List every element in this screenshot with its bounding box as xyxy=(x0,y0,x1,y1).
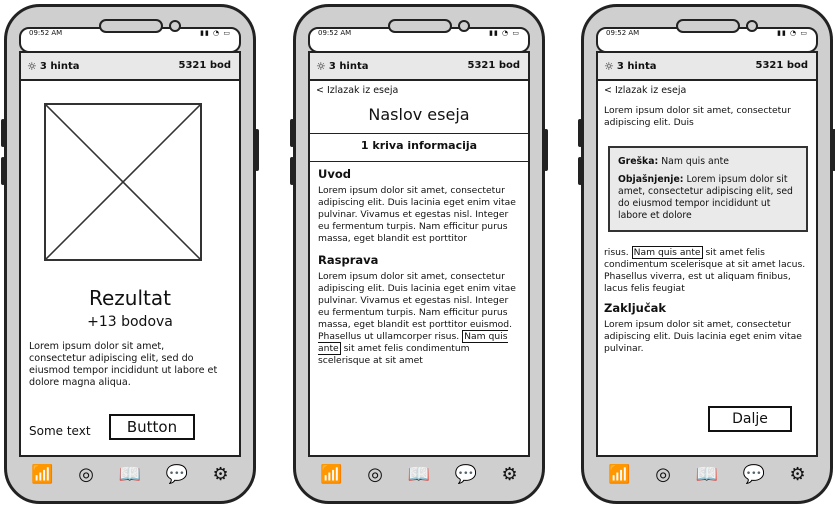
section-text-discussion: Lorem ipsum dolor sit amet, consectetur … xyxy=(318,271,520,367)
target-icon[interactable]: ◎ xyxy=(655,466,671,484)
app-header: ☼ 3 hinta 5321 bod xyxy=(598,53,816,81)
bottom-nav: 📶 ◎ 📖 💬 ⚙ xyxy=(308,457,530,493)
status-bar: 09:52 AM ▮▮ ◔ ▭ xyxy=(596,19,818,53)
app-header: ☼ 3 hinta 5321 bod xyxy=(21,53,239,81)
discussion-text-b: sit amet felis condimentum scelerisque a… xyxy=(318,343,470,366)
settings-icon[interactable]: ⚙ xyxy=(213,466,229,484)
phone-essay: 09:52 AM ▮▮ ◔ ▭ ☼ 3 hinta 5321 bod < Izl… xyxy=(290,4,548,504)
explanation-line: Objašnjenje: Lorem ipsum dolor sit amet,… xyxy=(618,174,798,222)
result-title: Rezultat xyxy=(89,286,171,310)
bottom-nav: 📶 ◎ 📖 💬 ⚙ xyxy=(19,457,241,493)
volume-down-button xyxy=(290,157,294,185)
result-score: +13 bodova xyxy=(87,314,173,330)
speaker-notch xyxy=(676,19,740,33)
section-text-intro: Lorem ipsum dolor sit amet, consectetur … xyxy=(318,185,516,244)
essay-content: < Izlazak iz eseja Naslov eseja 1 kriva … xyxy=(310,81,528,455)
phone-result: 09:52 AM ▮▮ ◔ ▭ ☼ 3 hinta 5321 bod Rezul… xyxy=(1,4,259,504)
system-icons: ▮▮ ◔ ▭ xyxy=(200,29,231,37)
camera-icon xyxy=(458,20,470,32)
stats-icon[interactable]: 📶 xyxy=(608,466,630,484)
points-label: 5321 bod xyxy=(467,60,521,71)
volume-down-button xyxy=(1,157,5,185)
hint-counter[interactable]: ☼ 3 hinta xyxy=(604,60,657,73)
essay-content: < Izlazak iz eseja Lorem ipsum dolor sit… xyxy=(598,81,816,455)
status-time: 09:52 AM xyxy=(606,29,640,37)
target-icon[interactable]: ◎ xyxy=(78,466,94,484)
error-value: Nam quis ante xyxy=(661,156,729,167)
back-link[interactable]: < Izlazak iz eseja xyxy=(316,85,398,96)
lightbulb-icon: ☼ xyxy=(316,60,326,73)
chat-icon[interactable]: 💬 xyxy=(743,466,765,484)
section-text-conclusion: Lorem ipsum dolor sit amet, consectetur … xyxy=(604,319,802,354)
status-bar: 09:52 AM ▮▮ ◔ ▭ xyxy=(19,19,241,53)
continued-text: risus. Nam quis ante sit amet felis cond… xyxy=(604,246,808,295)
camera-icon xyxy=(169,20,181,32)
action-button[interactable]: Button xyxy=(109,414,195,440)
wrong-info-count: 1 kriva informacija xyxy=(360,139,478,152)
section-title-discussion: Rasprava xyxy=(318,253,379,267)
status-time: 09:52 AM xyxy=(29,29,63,37)
power-button xyxy=(255,129,259,171)
app-header: ☼ 3 hinta 5321 bod xyxy=(310,53,528,81)
speaker-notch xyxy=(99,19,163,33)
screen: ☼ 3 hinta 5321 bod < Izlazak iz eseja Na… xyxy=(308,51,530,457)
volume-up-button xyxy=(1,119,5,147)
speaker-notch xyxy=(388,19,452,33)
book-icon[interactable]: 📖 xyxy=(119,466,141,484)
settings-icon[interactable]: ⚙ xyxy=(790,466,806,484)
status-time: 09:52 AM xyxy=(318,29,352,37)
back-link[interactable]: < Izlazak iz eseja xyxy=(604,85,686,96)
stats-icon[interactable]: 📶 xyxy=(320,466,342,484)
next-button[interactable]: Dalje xyxy=(708,406,792,432)
hint-counter[interactable]: ☼ 3 hinta xyxy=(27,60,80,73)
chat-icon[interactable]: 💬 xyxy=(455,466,477,484)
phone-error-explanation: 09:52 AM ▮▮ ◔ ▭ ☼ 3 hinta 5321 bod < Izl… xyxy=(578,4,835,504)
error-explanation-popup: Greška: Nam quis ante Objašnjenje: Lorem… xyxy=(608,146,808,232)
result-content: Rezultat +13 bodova Lorem ipsum dolor si… xyxy=(21,81,239,455)
essay-title: Naslov eseja xyxy=(368,105,470,124)
system-icons: ▮▮ ◔ ▭ xyxy=(489,29,520,37)
bottom-nav: 📶 ◎ 📖 💬 ⚙ xyxy=(596,457,818,493)
power-button xyxy=(544,129,548,171)
image-placeholder xyxy=(44,103,202,261)
settings-icon[interactable]: ⚙ xyxy=(502,466,518,484)
error-line: Greška: Nam quis ante xyxy=(618,156,798,168)
highlighted-error[interactable]: Nam quis ante xyxy=(631,246,703,259)
divider xyxy=(310,133,528,134)
screen: ☼ 3 hinta 5321 bod < Izlazak iz eseja Lo… xyxy=(596,51,818,457)
volume-down-button xyxy=(578,157,582,185)
section-title-conclusion: Zaključak xyxy=(604,301,667,315)
intro-text: Lorem ipsum dolor sit amet, consectetur … xyxy=(604,105,791,128)
section-title-intro: Uvod xyxy=(318,167,351,181)
book-icon[interactable]: 📖 xyxy=(408,466,430,484)
lightbulb-icon: ☼ xyxy=(604,60,614,73)
result-description: Lorem ipsum dolor sit amet, consectetur … xyxy=(29,341,218,388)
some-text-label: Some text xyxy=(29,424,91,438)
book-icon[interactable]: 📖 xyxy=(696,466,718,484)
target-icon[interactable]: ◎ xyxy=(367,466,383,484)
hint-label: 3 hinta xyxy=(328,61,369,72)
hint-label: 3 hinta xyxy=(616,61,657,72)
points-label: 5321 bod xyxy=(178,60,232,71)
explanation-label: Objašnjenje: xyxy=(618,174,684,185)
lightbulb-icon: ☼ xyxy=(27,60,37,73)
points-label: 5321 bod xyxy=(755,60,809,71)
system-icons: ▮▮ ◔ ▭ xyxy=(777,29,808,37)
status-bar: 09:52 AM ▮▮ ◔ ▭ xyxy=(308,19,530,53)
volume-up-button xyxy=(290,119,294,147)
camera-icon xyxy=(746,20,758,32)
divider xyxy=(310,161,528,162)
error-label: Greška: xyxy=(618,156,659,167)
text-a: risus. xyxy=(604,247,629,258)
hint-label: 3 hinta xyxy=(39,61,80,72)
volume-up-button xyxy=(578,119,582,147)
chat-icon[interactable]: 💬 xyxy=(166,466,188,484)
hint-counter[interactable]: ☼ 3 hinta xyxy=(316,60,369,73)
stats-icon[interactable]: 📶 xyxy=(31,466,53,484)
screen: ☼ 3 hinta 5321 bod Rezultat +13 bodova L… xyxy=(19,51,241,457)
